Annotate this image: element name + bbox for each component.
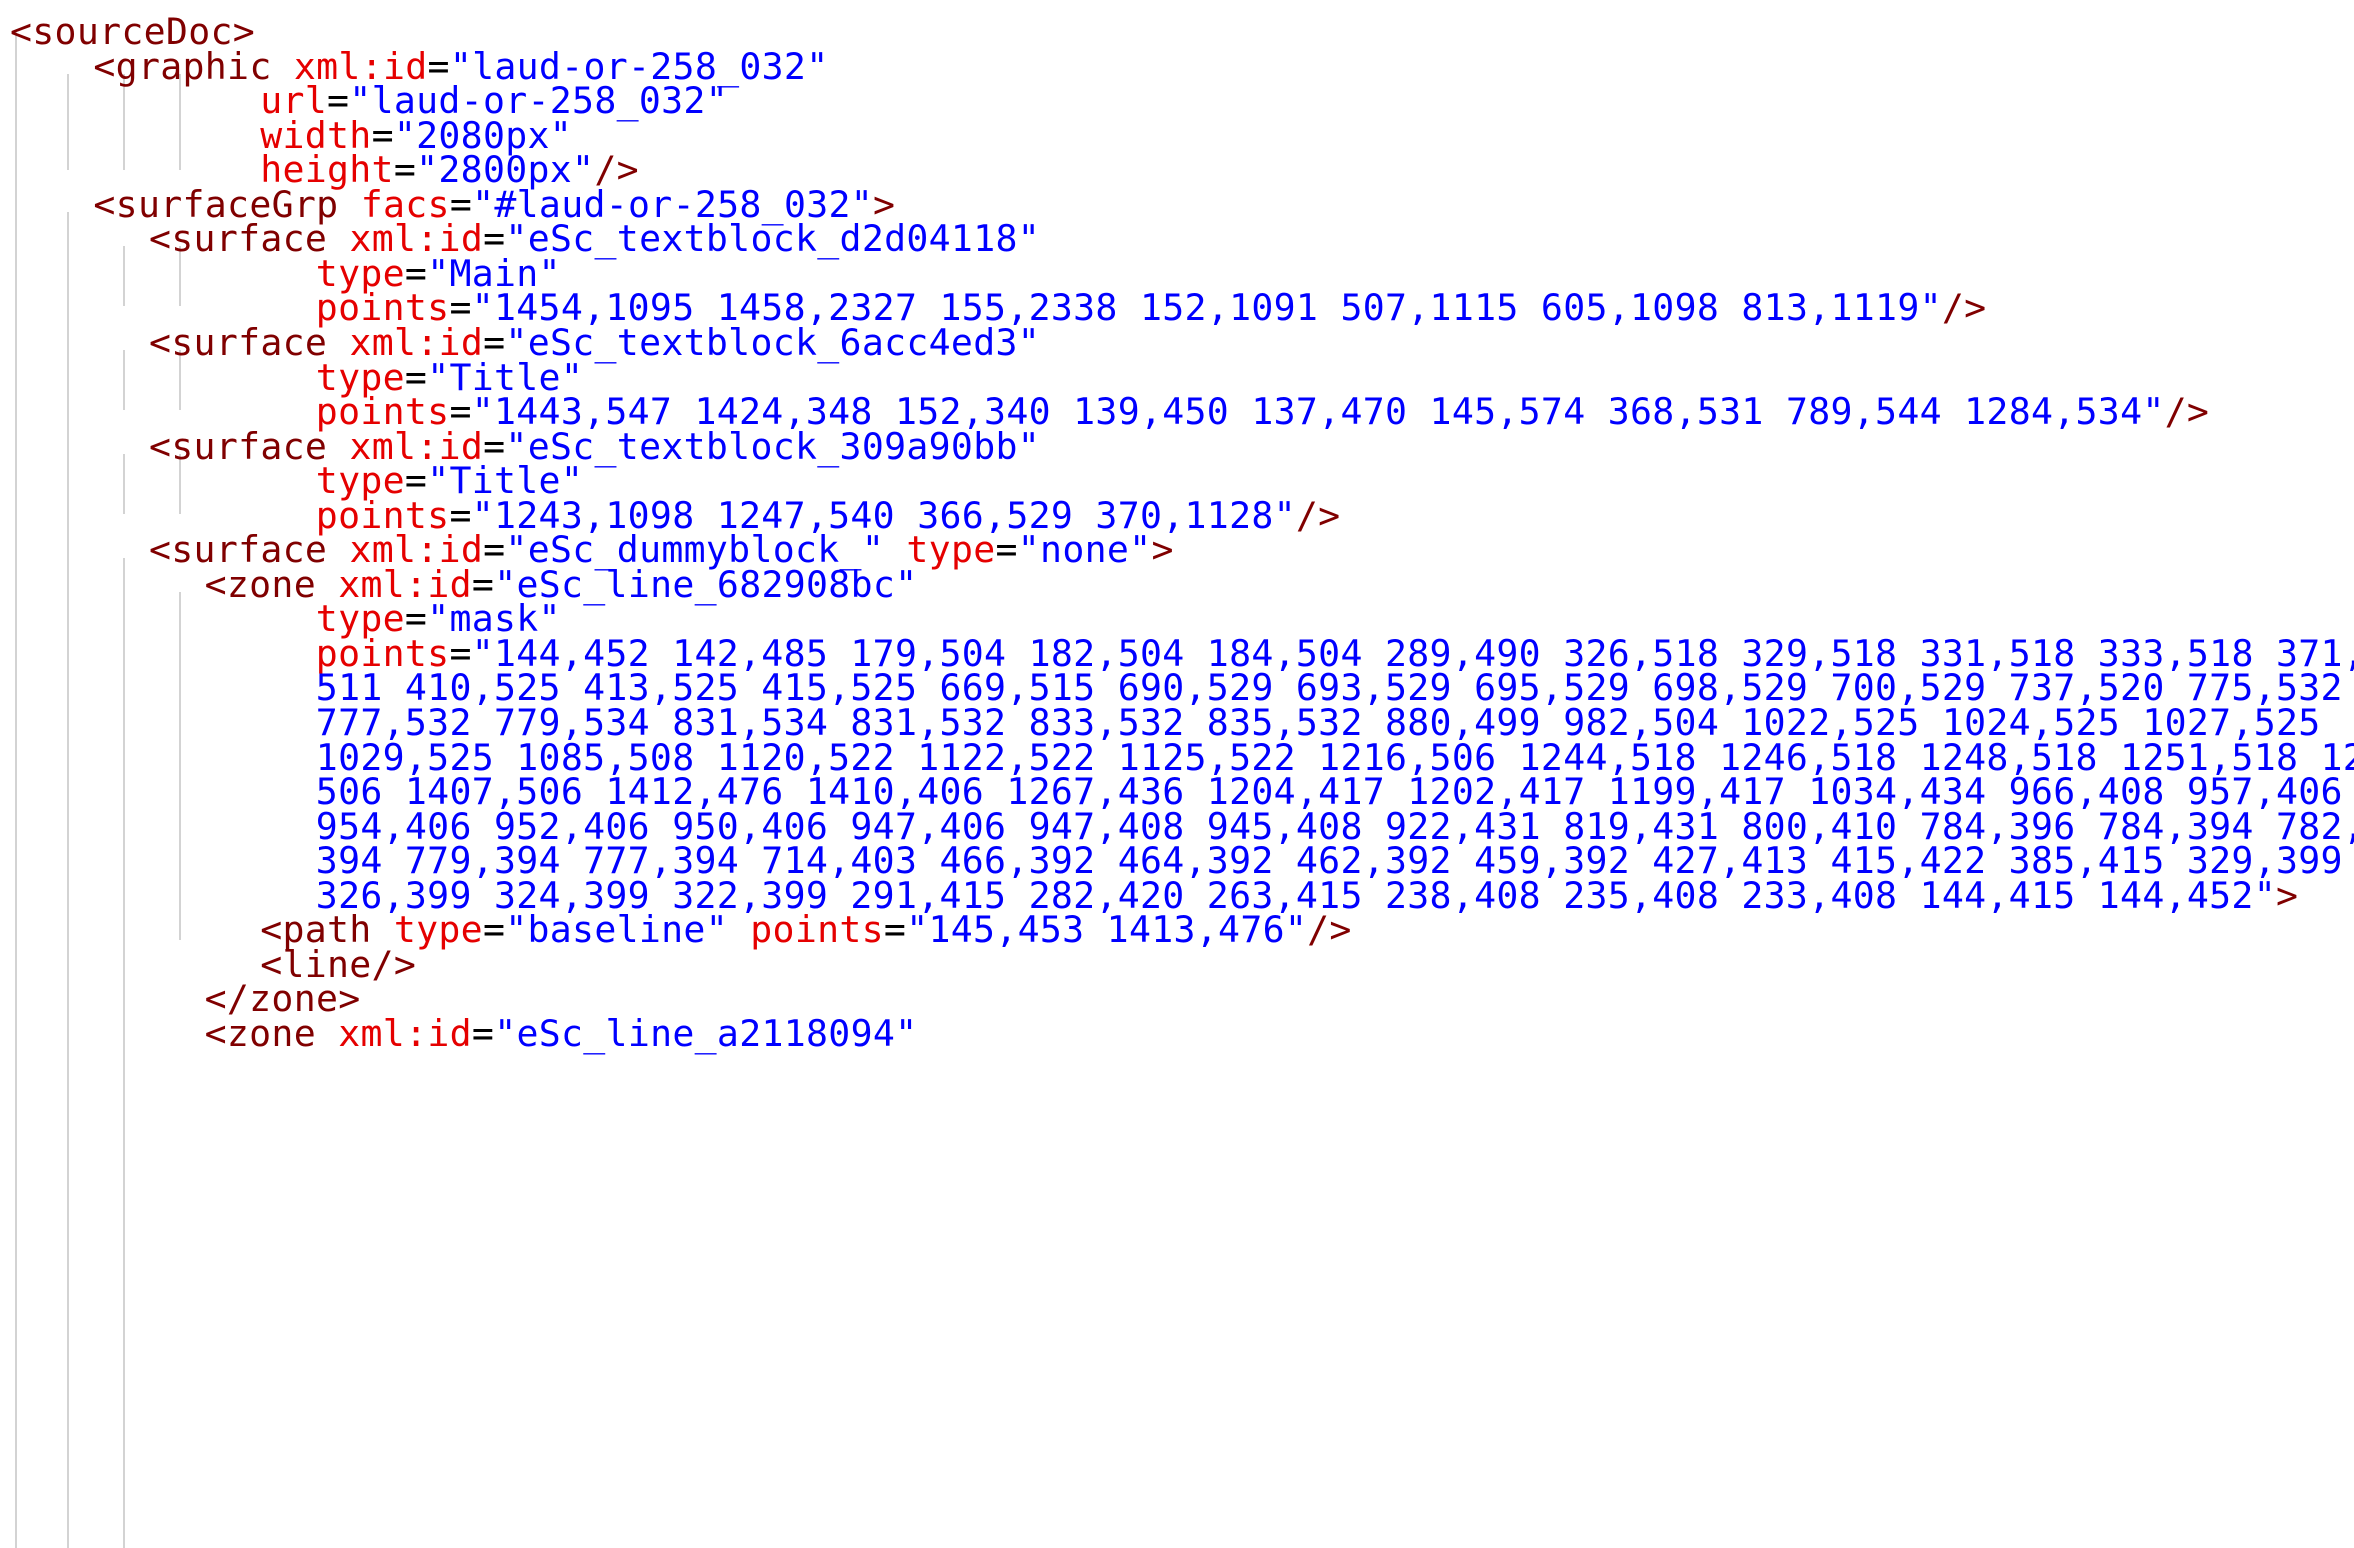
xml-tag: /> — [2164, 390, 2210, 434]
xml-tag: > — [1151, 528, 1174, 572]
xml-punctuation — [728, 908, 750, 951]
xml-attribute-name: points — [750, 908, 884, 952]
indent-guide — [67, 74, 69, 170]
xml-punctuation — [316, 1012, 338, 1055]
xml-punctuation: = — [883, 908, 907, 952]
indent-guide — [123, 350, 125, 410]
xml-attribute-value: "eSc_textblock_309a90bb" — [505, 424, 1041, 468]
code-line[interactable]: <surface xml:id="eSc_textblock_d2d04118" — [149, 213, 1040, 265]
xml-tag: <surface — [149, 217, 328, 261]
code-line[interactable]: <zone xml:id="eSc_line_682908bc" — [205, 559, 918, 611]
xml-code-editor[interactable]: <sourceDoc> <graphic xml:id="laud-or-258_… — [0, 0, 2354, 1548]
indent-guide — [179, 592, 181, 940]
code-line[interactable]: <path type="baseline" points="145,453 14… — [260, 904, 1352, 956]
indent-guide — [123, 558, 125, 1548]
xml-tag: <zone — [204, 562, 316, 606]
xml-tag: <surface — [149, 320, 328, 364]
code-line[interactable]: <surface xml:id="eSc_textblock_309a90bb" — [149, 421, 1040, 473]
indent-guide — [15, 30, 17, 1548]
xml-tag: <surface — [149, 424, 328, 468]
indent-guide — [123, 246, 125, 306]
xml-punctuation: = — [995, 528, 1018, 572]
xml-tag: /> — [1307, 908, 1352, 952]
xml-tag: <zone — [204, 1011, 316, 1055]
indent-guide — [123, 454, 125, 514]
code-line[interactable]: <surface xml:id="eSc_textblock_6acc4ed3" — [149, 317, 1040, 369]
xml-attribute-value: "none" — [1017, 528, 1152, 572]
xml-tag: /> — [1941, 286, 1987, 330]
xml-tag: > — [2275, 873, 2299, 917]
xml-tag: /> — [1295, 493, 1341, 537]
xml-attribute-name: type — [906, 528, 996, 572]
xml-attribute-value: "baseline" — [505, 908, 728, 952]
xml-attribute-value: "eSc_line_a2118094" — [494, 1011, 918, 1055]
code-line[interactable]: <zone xml:id="eSc_line_a2118094" — [205, 1008, 918, 1060]
xml-attribute-value: "eSc_textblock_6acc4ed3" — [505, 320, 1041, 364]
xml-attribute-value: "eSc_textblock_d2d04118" — [505, 217, 1041, 261]
xml-attribute-name: xml:id — [338, 1011, 472, 1055]
xml-tag: <graphic — [93, 44, 272, 88]
xml-punctuation: = — [471, 1011, 495, 1055]
indent-guide — [67, 212, 69, 1548]
xml-punctuation: = — [482, 908, 506, 952]
xml-attribute-value: "145,453 1413,476" — [906, 908, 1308, 952]
